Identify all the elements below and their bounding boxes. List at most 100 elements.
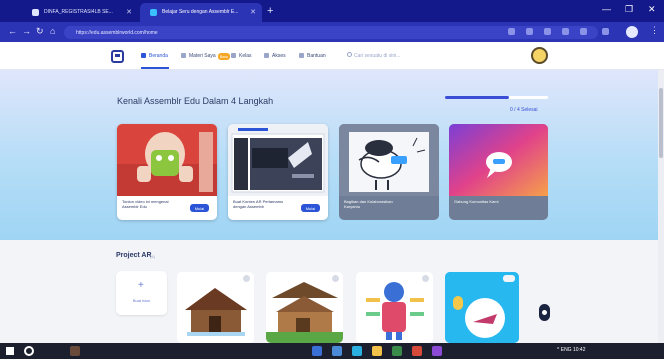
project-thumbnail xyxy=(356,272,433,343)
projects-section: Project AR (4) + Buat baru xyxy=(0,240,664,343)
assemblr-logo[interactable] xyxy=(111,50,124,63)
maximize-button[interactable]: ❐ xyxy=(625,4,633,15)
nav-label: Materi Saya xyxy=(189,53,216,59)
share-thumbnail xyxy=(339,124,439,196)
extension-icon[interactable] xyxy=(580,28,587,35)
nav-label: Akses xyxy=(272,53,286,59)
home-icon xyxy=(141,53,146,59)
tab-close-icon[interactable]: ✕ xyxy=(250,8,256,16)
community-thumbnail xyxy=(449,124,548,196)
more-options-icon[interactable] xyxy=(503,275,515,282)
help-icon xyxy=(299,53,304,59)
app-icon[interactable] xyxy=(412,346,422,356)
extension-icon[interactable] xyxy=(508,28,515,35)
browser-tab-strip: DINFA_REGISTRASI4LB SE... ✕ Belajar Seru… xyxy=(0,0,664,22)
extension-icon[interactable] xyxy=(526,28,533,35)
browser-menu-icon[interactable]: ⋮ xyxy=(650,25,659,36)
home-button[interactable]: ⌂ xyxy=(50,26,55,36)
more-options-icon[interactable] xyxy=(332,275,339,282)
card-caption-text: Bagikan dan Kolaborasikan Karyamu xyxy=(344,199,393,209)
more-options-icon[interactable] xyxy=(422,275,429,282)
class-icon xyxy=(231,53,236,59)
profile-avatar-icon[interactable] xyxy=(626,26,638,38)
new-project-button[interactable]: + Buat baru xyxy=(116,271,167,315)
windows-taskbar: ^ ENG 10:42 xyxy=(0,343,664,359)
address-bar[interactable]: https://edu.assemblrworld.com/home xyxy=(64,26,598,39)
onboarding-card-video[interactable]: Tonton video ini mengenai Assemblr Edu M… xyxy=(117,124,217,220)
browser-toolbar: ← → ↻ ⌂ https://edu.assemblrworld.com/ho… xyxy=(0,22,664,42)
new-project-label: Buat baru xyxy=(132,298,151,303)
start-icon[interactable] xyxy=(6,347,14,355)
project-thumbnail xyxy=(177,272,254,343)
extension-icon[interactable] xyxy=(602,28,609,35)
onboarding-title: Kenali Assemblr Edu Dalam 4 Langkah xyxy=(117,96,274,106)
onboarding-progress-bar xyxy=(445,96,548,99)
onboarding-card-community[interactable]: Gabung Komunitas Kami xyxy=(449,124,548,220)
app-icon[interactable] xyxy=(372,346,382,356)
card-caption-text: Buat Konten AR Pertamamu dengan Assemblr xyxy=(233,199,284,209)
start-button[interactable]: Mulai xyxy=(301,204,320,212)
page-scrollbar[interactable] xyxy=(658,70,664,343)
extension-icon[interactable] xyxy=(562,28,569,35)
browser-tab-2[interactable]: Belajar Seru dengan Assemblr E... ✕ xyxy=(140,3,262,22)
card-caption-text: Gabung Komunitas Kami xyxy=(454,199,499,204)
search-icon[interactable] xyxy=(24,346,34,356)
nav-item-access[interactable]: Akses xyxy=(264,53,286,59)
nav-label: Bantuan xyxy=(307,53,326,59)
book-icon xyxy=(181,53,186,59)
active-nav-indicator xyxy=(141,67,169,69)
new-tab-button[interactable]: + xyxy=(267,5,273,17)
minimize-button[interactable]: — xyxy=(602,4,611,14)
forward-button[interactable]: → xyxy=(22,26,31,36)
app-icon[interactable] xyxy=(70,346,80,356)
nav-item-help[interactable]: Bantuan xyxy=(299,53,326,59)
browser-tab-1[interactable]: DINFA_REGISTRASI4LB SE... ✕ xyxy=(22,3,138,22)
floating-help-button[interactable] xyxy=(539,304,550,321)
start-button[interactable]: Mulai xyxy=(190,204,209,212)
projects-title: Project AR xyxy=(116,252,152,259)
project-card[interactable] xyxy=(356,272,433,343)
card-caption-text: Tonton video ini mengenai Assemblr Edu xyxy=(122,199,169,209)
progress-fill xyxy=(445,96,509,99)
reload-button[interactable]: ↻ xyxy=(36,26,44,37)
tab-title: Belajar Seru dengan Assemblr E... xyxy=(162,9,239,15)
app-icon[interactable] xyxy=(332,346,342,356)
app-icon[interactable] xyxy=(432,346,442,356)
tab-favicon-icon xyxy=(32,9,39,16)
extension-icon[interactable] xyxy=(544,28,551,35)
app-icon[interactable] xyxy=(352,346,362,356)
onboarding-card-create[interactable]: Buat Konten AR Pertamamu dengan Assemblr… xyxy=(228,124,328,220)
new-badge: Baru xyxy=(217,53,231,60)
project-card[interactable] xyxy=(445,272,519,343)
scrollbar-thumb[interactable] xyxy=(659,88,663,158)
site-header: Beranda Materi Saya Baru Kelas Akses Bant… xyxy=(0,42,664,70)
card-caption: Gabung Komunitas Kami xyxy=(449,196,548,220)
onboarding-section: Kenali Assemblr Edu Dalam 4 Langkah 0 / … xyxy=(0,70,664,240)
nav-item-home[interactable]: Beranda xyxy=(141,53,168,59)
project-thumbnail xyxy=(445,272,519,343)
tab-close-icon[interactable]: ✕ xyxy=(126,8,132,16)
nav-label: Kelas xyxy=(239,53,252,59)
project-thumbnail xyxy=(266,272,343,343)
app-icon[interactable] xyxy=(312,346,322,356)
system-tray: ^ ENG 10:42 xyxy=(557,347,586,353)
progress-label: 0 / 4 Selesai xyxy=(510,107,538,113)
tab-title: DINFA_REGISTRASI4LB SE... xyxy=(44,9,113,15)
search-input[interactable]: Cari sesuatu di sini... xyxy=(344,50,494,62)
onboarding-card-share[interactable]: Bagikan dan Kolaborasikan Karyamu xyxy=(339,124,439,220)
key-icon xyxy=(264,53,269,59)
plus-icon: + xyxy=(138,280,144,291)
nav-label: Beranda xyxy=(149,53,168,59)
app-icon[interactable] xyxy=(392,346,402,356)
close-window-button[interactable]: ✕ xyxy=(648,4,656,15)
card-caption: Tonton video ini mengenai Assemblr Edu M… xyxy=(117,196,217,220)
editor-thumbnail xyxy=(228,124,328,196)
nav-item-my-materials[interactable]: Materi Saya Baru xyxy=(181,53,231,60)
nav-item-classes[interactable]: Kelas xyxy=(231,53,252,59)
project-card[interactable] xyxy=(266,272,343,343)
back-button[interactable]: ← xyxy=(8,26,17,36)
screen: DINFA_REGISTRASI4LB SE... ✕ Belajar Seru… xyxy=(0,0,664,359)
project-card[interactable] xyxy=(177,272,254,343)
user-avatar[interactable] xyxy=(531,47,548,64)
more-options-icon[interactable] xyxy=(243,275,250,282)
